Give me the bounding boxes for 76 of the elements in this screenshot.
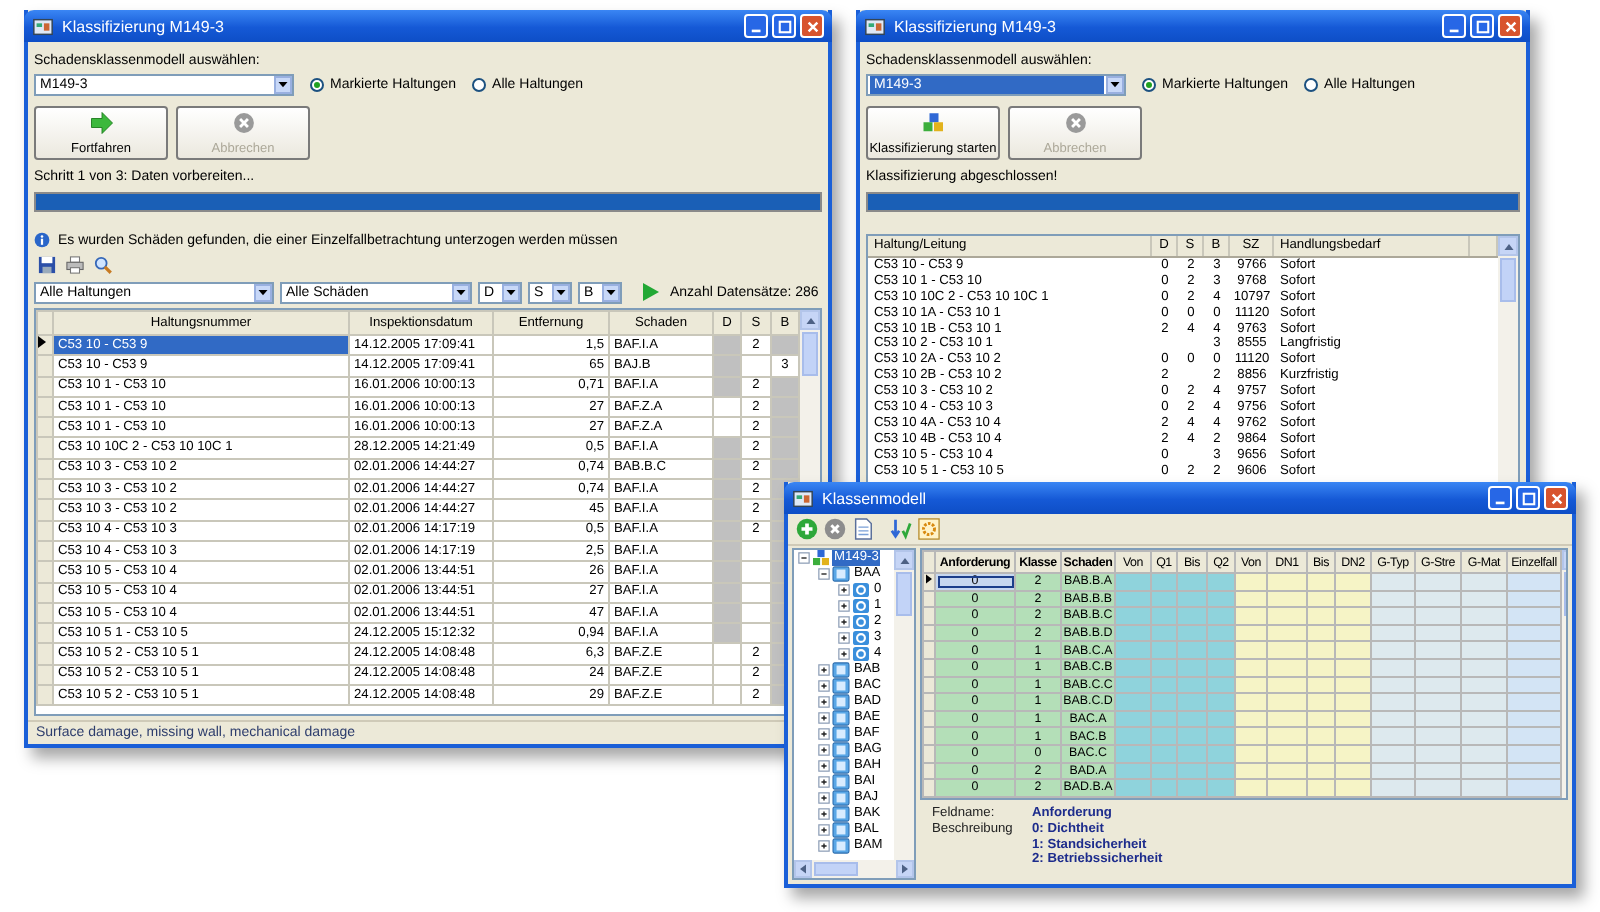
expand-icon[interactable] — [838, 632, 850, 644]
add-button[interactable] — [794, 517, 820, 541]
vertical-scrollbar[interactable] — [894, 550, 914, 860]
app-icon — [792, 487, 814, 509]
row-header[interactable] — [37, 335, 53, 356]
row-pointer-icon — [39, 337, 46, 349]
expand-icon[interactable] — [818, 792, 830, 804]
window-title: Klassifizierung M149-3 — [62, 17, 226, 35]
expand-icon[interactable] — [838, 648, 850, 660]
print-button[interactable] — [62, 252, 88, 276]
expand-icon[interactable] — [818, 712, 830, 724]
scroll-up-icon[interactable] — [805, 317, 815, 323]
expand-icon[interactable] — [818, 776, 830, 788]
caret-icon — [556, 289, 566, 295]
scroll-left-icon[interactable] — [800, 864, 806, 874]
caret-icon — [1110, 82, 1120, 88]
close-button[interactable] — [800, 14, 824, 38]
expand-icon[interactable] — [818, 744, 830, 756]
scroll-right-icon[interactable] — [902, 864, 908, 874]
caret-icon — [258, 289, 268, 295]
cancel-icon — [231, 112, 255, 134]
cubes-icon — [812, 550, 830, 566]
save-button[interactable] — [34, 252, 60, 276]
settings-button[interactable] — [916, 517, 942, 541]
scroll-thumb[interactable] — [896, 572, 912, 616]
close-button[interactable] — [1498, 14, 1522, 38]
table-cell — [741, 355, 771, 377]
expand-icon[interactable] — [818, 824, 830, 836]
maximize-icon — [1521, 491, 1535, 505]
folder-icon — [832, 566, 850, 582]
scroll-up-icon[interactable] — [1503, 243, 1513, 249]
cubes-icon — [921, 112, 945, 134]
close-icon — [1549, 491, 1563, 505]
expand-icon[interactable] — [838, 584, 850, 596]
expand-icon[interactable] — [838, 600, 850, 612]
minimize-button[interactable] — [1488, 486, 1512, 510]
close-button[interactable] — [1544, 486, 1568, 510]
expand-icon[interactable] — [818, 840, 830, 852]
collapse-icon[interactable] — [798, 552, 810, 564]
maximize-button[interactable] — [772, 14, 796, 38]
maximize-button[interactable] — [1516, 486, 1540, 510]
info-icon — [34, 232, 50, 248]
maximize-icon — [1475, 19, 1489, 33]
document-button[interactable] — [850, 517, 876, 541]
minimize-button[interactable] — [744, 14, 768, 38]
window-title: Klassifizierung M149-3 — [894, 17, 1058, 35]
maximize-icon — [777, 19, 791, 33]
close-icon — [1503, 19, 1517, 33]
search-button[interactable] — [90, 252, 116, 276]
scroll-up-icon[interactable] — [899, 557, 909, 563]
close-icon — [805, 19, 819, 33]
caret-icon — [456, 289, 466, 295]
expand-icon[interactable] — [818, 696, 830, 708]
minimize-button[interactable] — [1442, 14, 1466, 38]
app-icon — [32, 15, 54, 37]
expand-icon[interactable] — [818, 760, 830, 772]
expand-icon[interactable] — [818, 808, 830, 820]
caret-icon — [506, 289, 516, 295]
delete-button[interactable] — [822, 517, 848, 541]
scroll-thumb[interactable] — [1500, 258, 1516, 302]
sort-button[interactable] — [888, 517, 914, 541]
caret-icon — [278, 82, 288, 88]
scroll-thumb[interactable] — [802, 332, 818, 376]
window-title: Klassenmodell — [822, 489, 929, 507]
collapse-icon[interactable] — [818, 568, 830, 580]
expand-icon[interactable] — [818, 664, 830, 676]
maximize-button[interactable] — [1470, 14, 1494, 38]
cancel-icon — [1063, 112, 1087, 134]
arrow-right-icon — [89, 112, 113, 134]
expand-icon[interactable] — [818, 728, 830, 740]
expand-icon[interactable] — [838, 616, 850, 628]
app-icon — [864, 15, 886, 37]
row-pointer-icon — [926, 574, 932, 585]
horizontal-scrollbar[interactable] — [794, 860, 914, 878]
caret-icon — [606, 289, 616, 295]
expand-icon[interactable] — [818, 680, 830, 692]
